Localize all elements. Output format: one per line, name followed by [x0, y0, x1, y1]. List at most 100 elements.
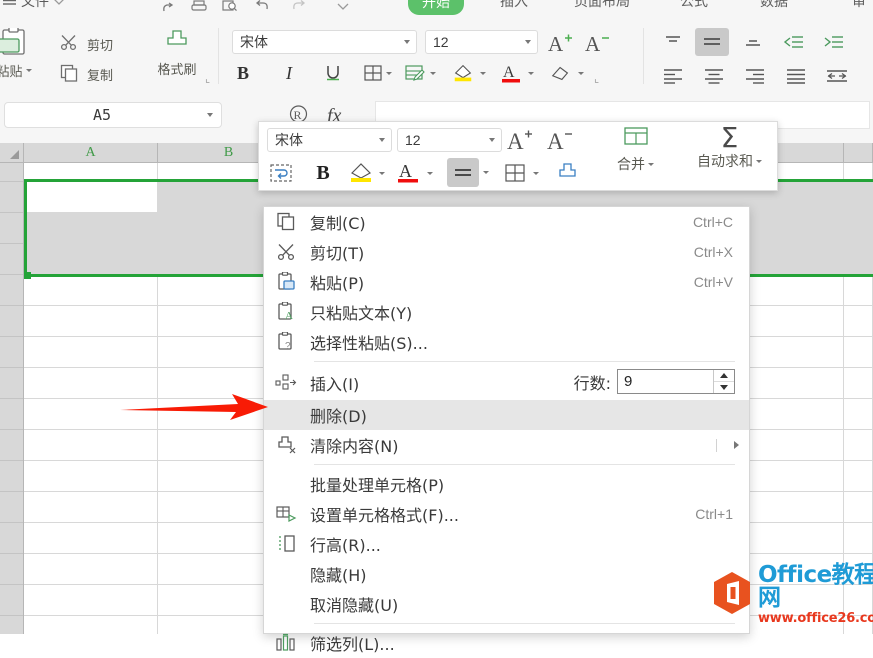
tab-review[interactable]: 审	[852, 0, 866, 11]
autosum-button[interactable]: Σ 自动求和	[697, 124, 762, 171]
grid-cell[interactable]	[24, 213, 158, 244]
tab-data[interactable]: 数据	[760, 0, 788, 11]
undo-icon[interactable]	[250, 0, 276, 18]
customize-qat-icon[interactable]	[330, 0, 356, 18]
grid-cell[interactable]	[24, 275, 158, 306]
tab-insert[interactable]: 插入	[500, 0, 528, 11]
menu-item[interactable]: ? 选择性粘贴(S)...	[264, 327, 749, 357]
font-name-combo[interactable]: 宋体	[232, 30, 417, 54]
tab-formula[interactable]: 公式	[680, 0, 708, 11]
grid-cell[interactable]	[844, 461, 873, 492]
grid-cell[interactable]	[844, 213, 873, 244]
name-box[interactable]: A5	[4, 102, 222, 128]
row-header[interactable]: 4	[0, 585, 23, 616]
grid-cell[interactable]	[24, 585, 158, 616]
mini-bold-button[interactable]: B	[311, 160, 335, 186]
row-header[interactable]: 7	[0, 368, 23, 399]
bold-button[interactable]: B	[232, 62, 254, 84]
justify-button[interactable]	[783, 64, 809, 88]
chevron-down-icon[interactable]	[425, 162, 435, 184]
chevron-down-icon[interactable]	[199, 113, 221, 117]
merge-cells-button[interactable]: 合并	[617, 126, 654, 174]
row-header[interactable]: 4	[0, 213, 23, 244]
redo-icon[interactable]	[286, 0, 312, 18]
menu-item[interactable]: 清除内容(N)	[264, 430, 749, 460]
wrap-text-button[interactable]	[267, 160, 295, 186]
mini-align-middle-button[interactable]	[447, 158, 479, 187]
grid-cell[interactable]	[24, 523, 158, 554]
borders-button[interactable]	[362, 62, 384, 84]
align-left-button[interactable]	[660, 64, 686, 88]
fill-color-button[interactable]	[452, 62, 474, 84]
grid-cell[interactable]	[24, 306, 158, 337]
chevron-down-icon[interactable]	[377, 162, 387, 184]
menu-item[interactable]: A 只粘贴文本(Y)	[264, 297, 749, 327]
mini-font-name-combo[interactable]: 宋体	[267, 128, 392, 152]
stepper-up-button[interactable]	[714, 370, 734, 382]
print-icon[interactable]	[186, 0, 212, 18]
font-size-combo[interactable]: 12	[425, 30, 538, 54]
row-header[interactable]: 2	[0, 523, 23, 554]
chevron-down-icon[interactable]	[519, 40, 537, 44]
grid-cell[interactable]	[24, 399, 158, 430]
menu-item[interactable]: 设置单元格格式(F)... Ctrl+1	[264, 499, 749, 529]
menu-item[interactable]: 筛选列(L)...	[264, 628, 749, 658]
row-count-input[interactable]: 9	[617, 369, 735, 394]
menu-item[interactable]: 行高(R)...	[264, 529, 749, 559]
chevron-down-icon[interactable]	[398, 40, 416, 44]
clipboard-dialog-launcher[interactable]: ⌞	[205, 72, 210, 85]
copy-button[interactable]: 复制	[60, 64, 113, 85]
grid-cell[interactable]	[24, 616, 158, 634]
increase-indent-button[interactable]	[821, 30, 847, 54]
menu-item[interactable]: 批量处理单元格(P)	[264, 469, 749, 499]
grid-cell[interactable]	[844, 244, 873, 275]
chevron-down-icon[interactable]	[384, 62, 394, 84]
mini-font-color-button[interactable]: A	[395, 160, 421, 186]
tab-page-layout[interactable]: 页面布局	[574, 0, 630, 11]
file-menu-button[interactable]: 文件	[2, 0, 65, 11]
chevron-down-icon[interactable]	[478, 62, 488, 84]
chevron-down-icon[interactable]	[483, 138, 501, 142]
align-right-button[interactable]	[742, 64, 768, 88]
grid-cell[interactable]	[24, 461, 158, 492]
align-middle-button[interactable]	[695, 28, 729, 56]
format-painter-button[interactable]: 格式刷	[148, 30, 206, 78]
grid-cell[interactable]	[24, 244, 158, 275]
chevron-down-icon[interactable]	[526, 62, 536, 84]
stepper-buttons[interactable]	[713, 370, 734, 393]
row-header[interactable]: 2	[0, 151, 23, 182]
grid-cell[interactable]	[844, 430, 873, 461]
row-header[interactable]: 1	[0, 492, 23, 523]
menu-item[interactable]: 删除(D)	[264, 400, 749, 430]
row-header[interactable]: 4	[0, 275, 23, 306]
grid-cell[interactable]	[844, 306, 873, 337]
row-header[interactable]: 5	[0, 306, 23, 337]
chevron-down-icon[interactable]	[576, 62, 586, 84]
tab-start[interactable]: 开始	[408, 0, 464, 15]
grid-cell[interactable]	[844, 368, 873, 399]
underline-button[interactable]	[322, 62, 344, 84]
align-center-button[interactable]	[701, 64, 727, 88]
grid-cell[interactable]	[24, 182, 158, 213]
grid-cell[interactable]	[24, 337, 158, 368]
chevron-down-icon[interactable]	[373, 138, 391, 142]
menu-item[interactable]: 复制(C) Ctrl+C	[264, 207, 749, 237]
column-header-7[interactable]	[844, 143, 873, 162]
clear-format-button[interactable]	[550, 62, 572, 84]
grid-cell[interactable]	[844, 182, 873, 213]
menu-item[interactable]: 插入(I) 行数: 9	[264, 366, 749, 400]
chevron-down-icon[interactable]	[531, 162, 541, 184]
font-dialog-launcher[interactable]: ⌞	[594, 72, 599, 85]
distribute-button[interactable]	[824, 64, 850, 88]
font-color-button[interactable]: A	[500, 62, 522, 84]
mini-increase-font-button[interactable]: A	[507, 128, 535, 155]
menu-item[interactable]: 取消隐藏(U)	[264, 589, 749, 619]
chevron-down-icon[interactable]	[428, 62, 438, 84]
grid-cell[interactable]	[844, 523, 873, 554]
grid-cell[interactable]	[24, 492, 158, 523]
align-top-button[interactable]	[660, 30, 686, 54]
mini-decrease-font-button[interactable]: A	[547, 128, 575, 155]
italic-button[interactable]: I	[278, 62, 300, 84]
menu-item[interactable]: 粘贴(P) Ctrl+V	[264, 267, 749, 297]
row-header[interactable]: 6	[0, 337, 23, 368]
